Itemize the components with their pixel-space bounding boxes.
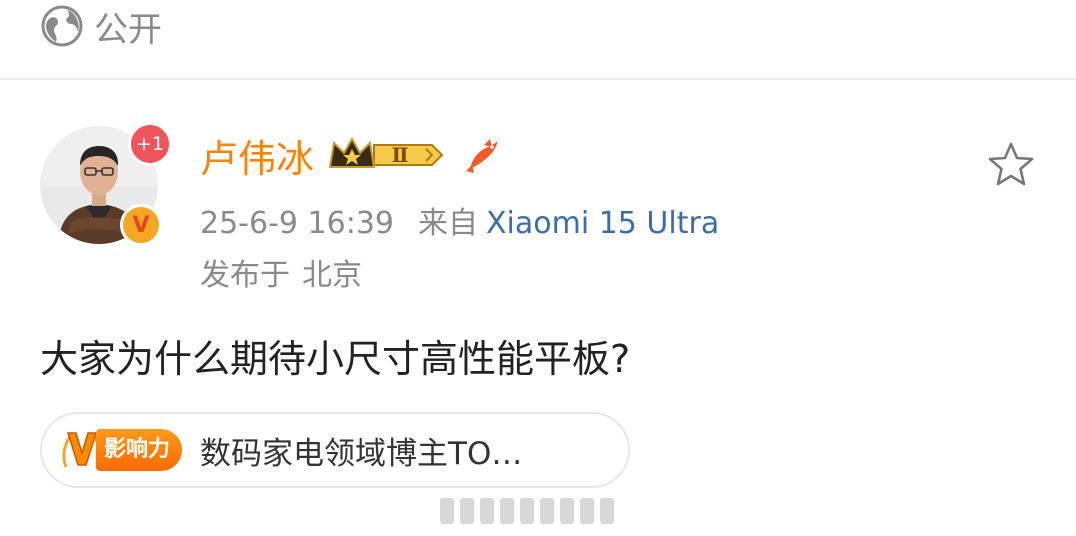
post-meta: 25-6-9 16:39 来自 Xiaomi 15 Ultra — [200, 198, 719, 242]
from-label: 来自 — [418, 206, 478, 241]
notification-badge: +1 — [128, 122, 172, 166]
pagination-dot — [560, 498, 574, 524]
koi-fish-icon[interactable] — [462, 135, 502, 175]
pagination-dot — [440, 498, 454, 524]
vip-crown-icon[interactable]: Ⅱ — [328, 135, 446, 175]
pagination-dot — [580, 498, 594, 524]
verified-icon: V — [132, 212, 150, 238]
location-city: 北京 — [302, 258, 362, 293]
pagination-dot — [500, 498, 514, 524]
post-body: 大家为什么期待小尺寸高性能平板? — [40, 337, 631, 381]
post-timestamp: 25-6-9 16:39 — [200, 206, 394, 241]
post-location: 发布于 北京 — [200, 250, 362, 294]
visibility-label: 公开 — [94, 9, 162, 50]
verified-badge: V — [120, 204, 162, 246]
pagination-dot — [540, 498, 554, 524]
visibility-indicator[interactable]: 公开 — [40, 4, 162, 50]
pagination-dot — [480, 498, 494, 524]
influence-badge-text: 影响力 — [96, 429, 183, 471]
author-name[interactable]: 卢伟冰 — [200, 128, 314, 183]
pagination-dot — [600, 498, 614, 524]
image-pagination-dots — [440, 498, 626, 524]
header-divider — [0, 78, 1076, 80]
influence-label: 数码家电领域博主TO… — [200, 435, 523, 472]
author-name-row: 卢伟冰 Ⅱ — [200, 128, 502, 183]
vip-level-text: Ⅱ — [392, 143, 409, 167]
influence-badge: 影响力 — [60, 427, 183, 473]
favorite-star-icon[interactable] — [984, 140, 1038, 190]
location-prefix: 发布于 — [200, 258, 290, 293]
device-link[interactable]: Xiaomi 15 Ultra — [486, 206, 719, 241]
pagination-dot — [460, 498, 474, 524]
globe-icon — [40, 4, 84, 48]
influence-tag[interactable]: 影响力 数码家电领域博主TO… — [40, 412, 630, 488]
pagination-dot — [520, 498, 534, 524]
weibo-post-view: 公开 +1 V 卢伟冰 Ⅱ 25-6-9 16:39 来自 Xiaomi 15 … — [0, 0, 1076, 536]
